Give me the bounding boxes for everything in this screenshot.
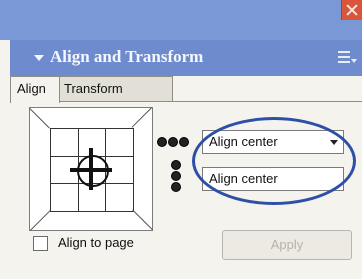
panel-title: Align and Transform <box>50 47 204 66</box>
perspective-line <box>131 107 152 128</box>
perspective-line <box>30 210 51 231</box>
panel-menu-icon[interactable] <box>338 51 357 65</box>
horizontal-align-icon <box>157 137 191 147</box>
close-icon[interactable] <box>341 0 362 20</box>
highlight-ellipse <box>192 117 356 205</box>
triangle-down-icon[interactable] <box>34 55 44 61</box>
perspective-line <box>132 209 153 230</box>
tab-align[interactable]: Align <box>10 76 60 103</box>
window-titlebar <box>0 0 362 40</box>
vertical-align-icon <box>171 160 181 194</box>
align-to-page-checkbox[interactable] <box>33 236 48 251</box>
tab-transform[interactable]: Transform <box>57 76 173 101</box>
apply-button[interactable]: Apply <box>222 230 352 260</box>
alignment-preview <box>29 107 153 231</box>
tab-strip: Align Transform <box>10 76 362 103</box>
panel-header[interactable]: Align and Transform <box>10 40 362 76</box>
perspective-line <box>29 108 50 129</box>
tab-divider <box>10 101 362 102</box>
crosshair-vertical-bar <box>89 148 93 190</box>
align-to-page-label: Align to page <box>58 235 134 250</box>
